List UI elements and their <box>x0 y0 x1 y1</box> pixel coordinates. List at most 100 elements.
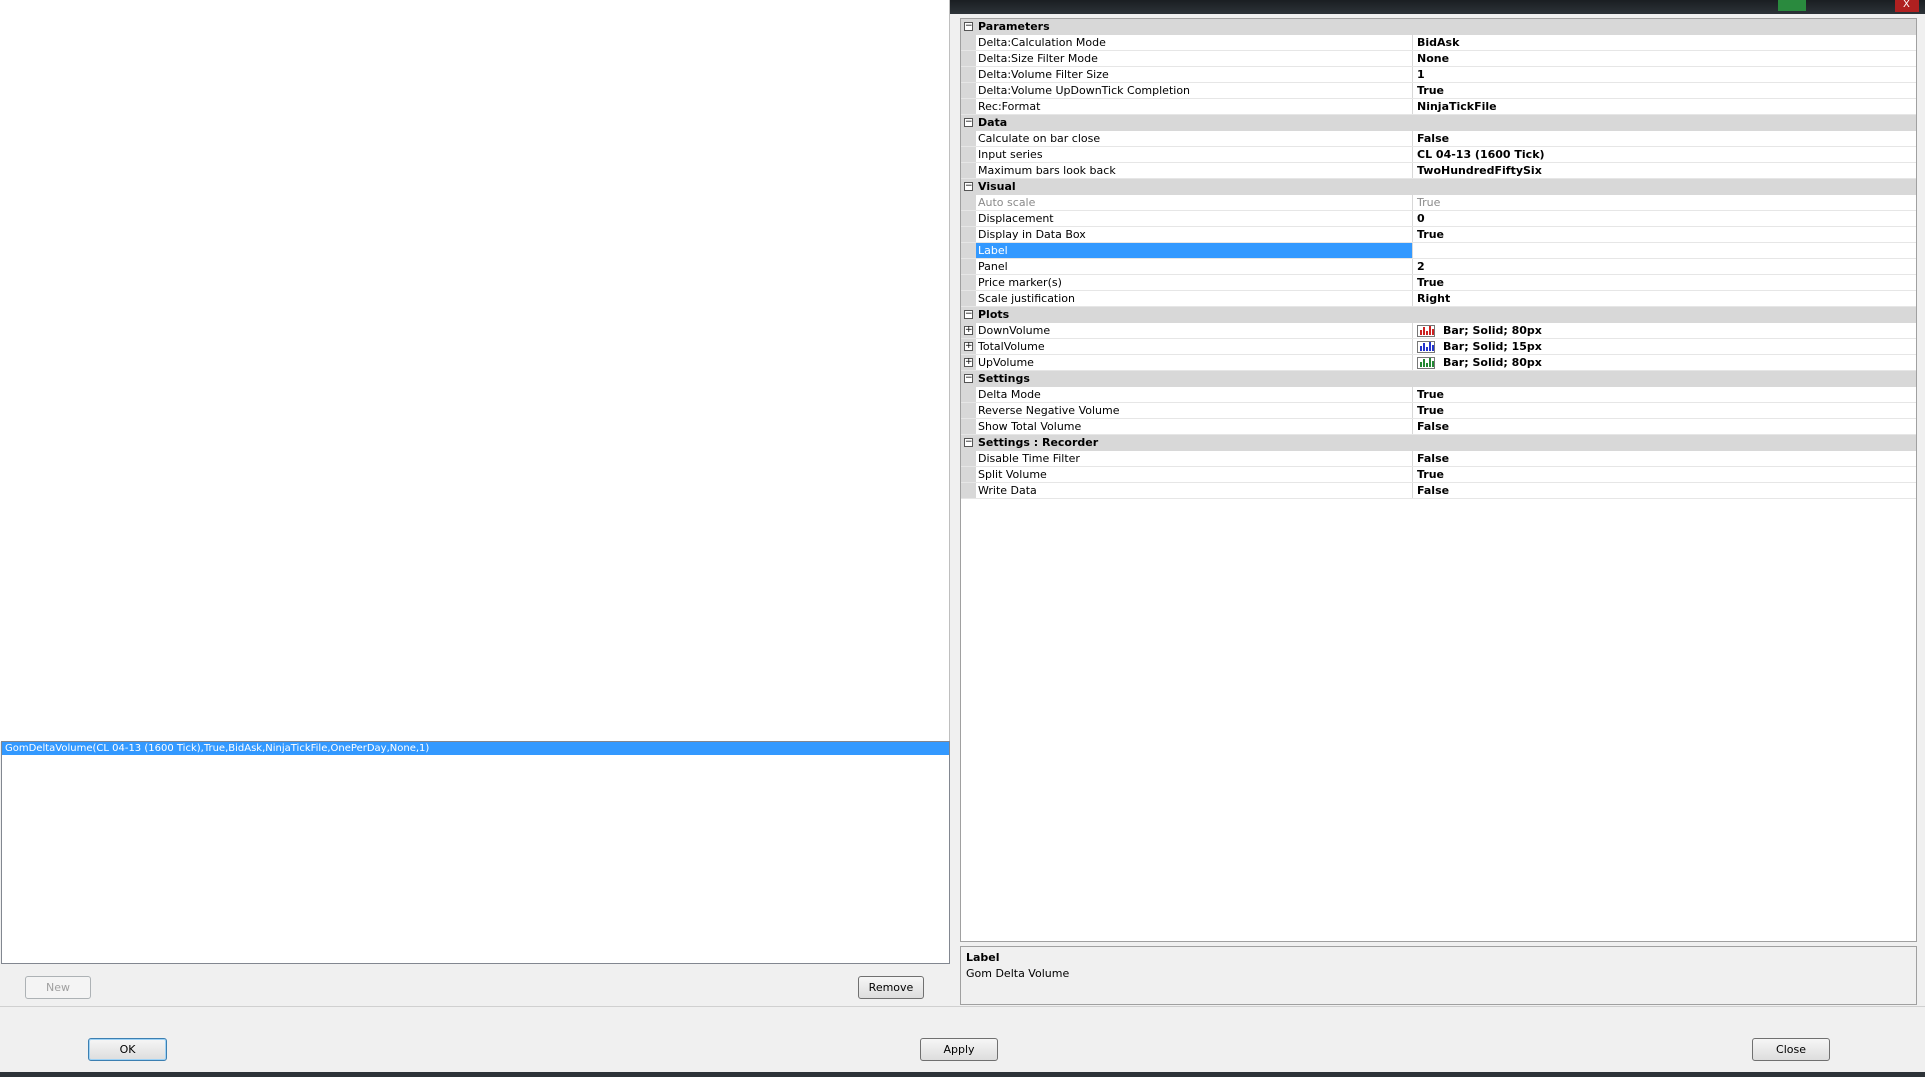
property-row[interactable]: Delta:Size Filter Mode None <box>961 51 1916 67</box>
category-visual[interactable]: − Visual <box>961 179 1916 195</box>
property-panel: − Parameters Delta:Calculation Mode BidAsk D… <box>958 14 1918 1006</box>
property-row[interactable]: Split Volume True <box>961 467 1916 483</box>
apply-button[interactable]: Apply <box>920 1038 998 1061</box>
property-row[interactable]: Delta Mode True <box>961 387 1916 403</box>
row-gutter <box>961 483 976 498</box>
row-gutter <box>961 51 976 66</box>
property-row[interactable]: Label <box>961 243 1916 259</box>
list-item[interactable]: GomDeltaVolume(CL 04-13 (1600 Tick),True… <box>2 742 949 755</box>
property-value[interactable]: True <box>1413 83 1916 98</box>
property-value[interactable] <box>1413 243 1916 258</box>
property-value[interactable]: True <box>1413 403 1916 418</box>
property-name: Disable Time Filter <box>976 451 1413 466</box>
property-row[interactable]: Display in Data Box True <box>961 227 1916 243</box>
bar-chart-icon <box>1417 340 1435 353</box>
category-parameters[interactable]: − Parameters <box>961 19 1916 35</box>
property-value[interactable]: 1 <box>1413 67 1916 82</box>
category-gutter: − <box>961 179 976 195</box>
expand-icon[interactable]: + <box>964 326 973 335</box>
property-row[interactable]: Input series CL 04-13 (1600 Tick) <box>961 147 1916 163</box>
close-button[interactable]: Close <box>1752 1038 1830 1061</box>
property-value[interactable]: 0 <box>1413 211 1916 226</box>
property-value[interactable]: True <box>1413 387 1916 402</box>
property-row[interactable]: Reverse Negative Volume True <box>961 403 1916 419</box>
property-row[interactable]: Panel 2 <box>961 259 1916 275</box>
collapse-icon[interactable]: − <box>964 118 973 127</box>
property-value[interactable]: False <box>1413 483 1916 498</box>
property-row[interactable]: Delta:Calculation Mode BidAsk <box>961 35 1916 51</box>
property-value[interactable]: Right <box>1413 291 1916 306</box>
collapse-icon[interactable]: − <box>964 182 973 191</box>
property-row[interactable]: Rec:Format NinjaTickFile <box>961 99 1916 115</box>
property-value[interactable]: TwoHundredFiftySix <box>1413 163 1916 178</box>
bar-chart-icon <box>1417 324 1435 337</box>
collapse-icon[interactable]: − <box>964 374 973 383</box>
collapse-icon[interactable]: − <box>964 438 973 447</box>
property-row[interactable]: Maximum bars look back TwoHundredFiftySix <box>961 163 1916 179</box>
property-row[interactable]: Delta:Volume Filter Size 1 <box>961 67 1916 83</box>
status-indicator <box>1778 0 1806 11</box>
bar-chart-icon-bar <box>1423 358 1425 367</box>
property-row[interactable]: + DownVolume Bar; Solid; 80px <box>961 323 1916 339</box>
property-name: Show Total Volume <box>976 419 1413 434</box>
expand-icon[interactable]: + <box>964 358 973 367</box>
row-gutter <box>961 67 976 82</box>
property-name: Display in Data Box <box>976 227 1413 242</box>
property-value[interactable]: 2 <box>1413 259 1916 274</box>
property-value[interactable]: Bar; Solid; 15px <box>1413 339 1916 354</box>
row-gutter <box>961 35 976 50</box>
property-row[interactable]: Disable Time Filter False <box>961 451 1916 467</box>
indicator-list[interactable]: GomDeltaVolume(CL 04-13 (1600 Tick),True… <box>1 741 950 964</box>
property-description: Label Gom Delta Volume <box>960 946 1917 1005</box>
property-row[interactable]: Displacement 0 <box>961 211 1916 227</box>
ok-button[interactable]: OK <box>88 1038 167 1061</box>
property-value[interactable]: False <box>1413 451 1916 466</box>
property-value[interactable]: True <box>1413 227 1916 242</box>
property-name: UpVolume <box>976 355 1413 370</box>
property-value[interactable]: True <box>1413 195 1916 210</box>
close-window-button[interactable]: X <box>1895 0 1919 12</box>
bar-chart-icon-bar <box>1420 361 1422 367</box>
property-name: Reverse Negative Volume <box>976 403 1413 418</box>
collapse-icon[interactable]: − <box>964 22 973 31</box>
new-button[interactable]: New <box>25 976 91 999</box>
property-value[interactable]: Bar; Solid; 80px <box>1413 323 1916 338</box>
property-row[interactable]: Delta:Volume UpDownTick Completion True <box>961 83 1916 99</box>
property-name: Delta:Volume Filter Size <box>976 67 1413 82</box>
property-row[interactable]: Show Total Volume False <box>961 419 1916 435</box>
property-row[interactable]: Scale justification Right <box>961 291 1916 307</box>
property-value[interactable]: True <box>1413 467 1916 482</box>
remove-button[interactable]: Remove <box>858 976 924 999</box>
plot-value-text: Bar; Solid; 80px <box>1443 356 1542 369</box>
property-value[interactable]: None <box>1413 51 1916 66</box>
property-row[interactable]: Price marker(s) True <box>961 275 1916 291</box>
category-gutter: − <box>961 307 976 323</box>
category-plots[interactable]: − Plots <box>961 307 1916 323</box>
property-value[interactable]: BidAsk <box>1413 35 1916 50</box>
property-name: Scale justification <box>976 291 1413 306</box>
row-gutter <box>961 387 976 402</box>
property-row[interactable]: + UpVolume Bar; Solid; 80px <box>961 355 1916 371</box>
property-row[interactable]: + TotalVolume Bar; Solid; 15px <box>961 339 1916 355</box>
category-data[interactable]: − Data <box>961 115 1916 131</box>
property-row[interactable]: Write Data False <box>961 483 1916 499</box>
category-settings[interactable]: − Settings <box>961 371 1916 387</box>
property-row[interactable]: Auto scale True <box>961 195 1916 211</box>
row-gutter <box>961 99 976 114</box>
property-row[interactable]: Calculate on bar close False <box>961 131 1916 147</box>
category-recorder[interactable]: − Settings : Recorder <box>961 435 1916 451</box>
property-value[interactable]: False <box>1413 419 1916 434</box>
property-value[interactable]: CL 04-13 (1600 Tick) <box>1413 147 1916 162</box>
row-gutter <box>961 131 976 146</box>
collapse-icon[interactable]: − <box>964 310 973 319</box>
property-value[interactable]: NinjaTickFile <box>1413 99 1916 114</box>
row-gutter <box>961 163 976 178</box>
property-value[interactable]: Bar; Solid; 80px <box>1413 355 1916 370</box>
property-grid[interactable]: − Parameters Delta:Calculation Mode BidAsk D… <box>960 18 1917 942</box>
property-name: Price marker(s) <box>976 275 1413 290</box>
expand-icon[interactable]: + <box>964 342 973 351</box>
property-value[interactable]: True <box>1413 275 1916 290</box>
row-gutter <box>961 83 976 98</box>
property-value[interactable]: False <box>1413 131 1916 146</box>
category-gutter: − <box>961 435 976 451</box>
